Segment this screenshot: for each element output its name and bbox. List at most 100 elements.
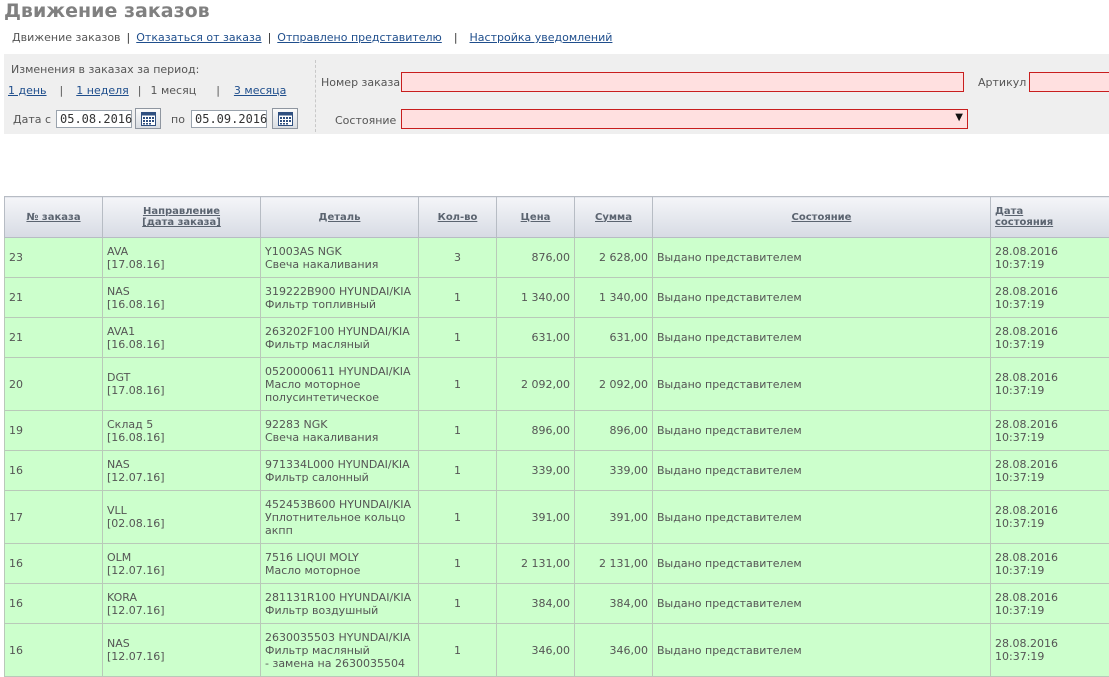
cell-price: 346,00: [497, 624, 575, 677]
order-date: [02.08.16]: [107, 517, 165, 530]
cell-status: Выдано представителем: [653, 278, 991, 318]
cell-qty: 1: [419, 624, 497, 677]
cell-sum: 2 092,00: [575, 358, 653, 411]
cell-direction: OLM[12.07.16]: [103, 544, 261, 584]
part-line: Уплотнительное кольцо: [265, 511, 405, 524]
cell-sum: 631,00: [575, 318, 653, 358]
status-time: 10:37:19: [995, 650, 1044, 663]
order-date: [16.08.16]: [107, 431, 165, 444]
tab-sent-to-representative[interactable]: Отправлено представителю: [277, 31, 442, 44]
period-1-week-link[interactable]: 1 неделя: [76, 84, 128, 97]
part-line: 92283 NGK: [265, 418, 327, 431]
cell-status: Выдано представителем: [653, 411, 991, 451]
part-line: Y1003AS NGK: [265, 245, 342, 258]
dropdown-arrow-icon: ▼: [955, 112, 963, 123]
status-time: 10:37:19: [995, 338, 1044, 351]
part-line: 971334L000 HYUNDAI/KIA: [265, 458, 410, 471]
part-line: акпп: [265, 524, 293, 537]
column-header-part[interactable]: Деталь: [261, 197, 419, 238]
article-input[interactable]: [1029, 72, 1109, 92]
period-3-months-link[interactable]: 3 месяца: [234, 84, 286, 97]
part-line: 7516 LIQUI MOLY: [265, 551, 359, 564]
direction-code: DGT: [107, 371, 130, 384]
column-header-direction-line2: [дата заказа]: [142, 217, 221, 228]
status-date: 28.08.2016: [995, 325, 1058, 338]
cell-status: Выдано представителем: [653, 584, 991, 624]
order-date: [12.07.16]: [107, 650, 165, 663]
status-date: 28.08.2016: [995, 418, 1058, 431]
table-row[interactable]: 16 OLM[12.07.16] 7516 LIQUI MOLYМасло мо…: [5, 544, 1109, 584]
order-date: [12.07.16]: [107, 604, 165, 617]
cell-status-date: 28.08.201610:37:19: [991, 411, 1109, 451]
column-header-status[interactable]: Состояние: [653, 197, 991, 238]
order-number-label: Номер заказа: [321, 76, 400, 89]
filter-panel: Изменения в заказах за период: 1 день|1 …: [4, 54, 1109, 134]
date-to-calendar-button[interactable]: [272, 108, 298, 129]
cell-price: 876,00: [497, 238, 575, 278]
period-separator: |: [138, 84, 142, 97]
cell-sum: 2 628,00: [575, 238, 653, 278]
status-date: 28.08.2016: [995, 458, 1058, 471]
cell-qty: 1: [419, 491, 497, 544]
part-line: 452453B600 HYUNDAI/KIA: [265, 498, 411, 511]
cell-price: 1 340,00: [497, 278, 575, 318]
cell-status: Выдано представителем: [653, 238, 991, 278]
orders-table: № заказа Направление[дата заказа] Деталь…: [4, 196, 1109, 677]
status-label: Состояние: [335, 114, 396, 127]
cell-price: 2 131,00: [497, 544, 575, 584]
status-time: 10:37:19: [995, 431, 1044, 444]
cell-status-date: 28.08.201610:37:19: [991, 584, 1109, 624]
cell-part: 0520000611 HYUNDAI/KIAМасло моторноеполу…: [261, 358, 419, 411]
cell-part: 7516 LIQUI MOLYМасло моторное: [261, 544, 419, 584]
part-line: Масло моторное: [265, 564, 360, 577]
cell-order-no: 16: [5, 584, 103, 624]
cell-order-no: 20: [5, 358, 103, 411]
column-header-order-no[interactable]: № заказа: [5, 197, 103, 238]
calendar-icon: [141, 112, 156, 126]
cell-direction: KORA[12.07.16]: [103, 584, 261, 624]
direction-code: NAS: [107, 458, 130, 471]
tab-separator: |: [268, 31, 272, 44]
part-line: Свеча накаливания: [265, 258, 378, 271]
table-row[interactable]: 17 VLL[02.08.16] 452453B600 HYUNDAI/KIAУ…: [5, 491, 1109, 544]
cell-part: 971334L000 HYUNDAI/KIAФильтр салонный: [261, 451, 419, 491]
column-header-qty[interactable]: Кол-во: [419, 197, 497, 238]
date-to-input[interactable]: 05.09.2016: [191, 110, 267, 128]
table-row[interactable]: 20 DGT[17.08.16] 0520000611 HYUNDAI/KIAМ…: [5, 358, 1109, 411]
table-row[interactable]: 23 AVA[17.08.16] Y1003AS NGKСвеча накали…: [5, 238, 1109, 278]
cell-qty: 1: [419, 451, 497, 491]
column-header-sum[interactable]: Сумма: [575, 197, 653, 238]
status-time: 10:37:19: [995, 471, 1044, 484]
tab-cancel-order[interactable]: Отказаться от заказа: [136, 31, 261, 44]
column-header-status-date[interactable]: Датасостояния: [991, 197, 1109, 238]
cell-order-no: 19: [5, 411, 103, 451]
part-line: Масло моторное: [265, 378, 360, 391]
tab-order-movement[interactable]: Движение заказов: [12, 31, 121, 44]
direction-code: NAS: [107, 285, 130, 298]
column-header-price[interactable]: Цена: [497, 197, 575, 238]
table-row[interactable]: 16 NAS[12.07.16] 971334L000 HYUNDAI/KIAФ…: [5, 451, 1109, 491]
order-date: [16.08.16]: [107, 298, 165, 311]
cell-direction: AVA[17.08.16]: [103, 238, 261, 278]
article-label: Артикул: [978, 76, 1026, 89]
column-header-direction-line1: Направление: [143, 206, 220, 217]
cell-status: Выдано представителем: [653, 624, 991, 677]
status-date: 28.08.2016: [995, 504, 1058, 517]
column-header-direction[interactable]: Направление[дата заказа]: [103, 197, 261, 238]
cell-qty: 3: [419, 238, 497, 278]
cell-part: Y1003AS NGKСвеча накаливания: [261, 238, 419, 278]
table-row[interactable]: 19 Склад 5[16.08.16] 92283 NGKСвеча нака…: [5, 411, 1109, 451]
period-separator: |: [60, 84, 64, 97]
column-header-status-date-line2: состояния: [995, 217, 1053, 228]
table-row[interactable]: 16 NAS[12.07.16] 2630035503 HYUNDAI/KIAФ…: [5, 624, 1109, 677]
tab-notification-settings[interactable]: Настройка уведомлений: [470, 31, 613, 44]
status-select[interactable]: ▼: [401, 109, 968, 129]
date-from-calendar-button[interactable]: [135, 108, 161, 129]
date-from-input[interactable]: 05.08.2016: [56, 110, 132, 128]
order-number-input[interactable]: [401, 72, 964, 92]
table-row[interactable]: 21 AVA1[16.08.16] 263202F100 HYUNDAI/KIA…: [5, 318, 1109, 358]
table-row[interactable]: 16 KORA[12.07.16] 281131R100 HYUNDAI/KIA…: [5, 584, 1109, 624]
period-1-day-link[interactable]: 1 день: [8, 84, 47, 97]
status-time: 10:37:19: [995, 517, 1044, 530]
table-row[interactable]: 21 NAS[16.08.16] 319222B900 HYUNDAI/KIAФ…: [5, 278, 1109, 318]
